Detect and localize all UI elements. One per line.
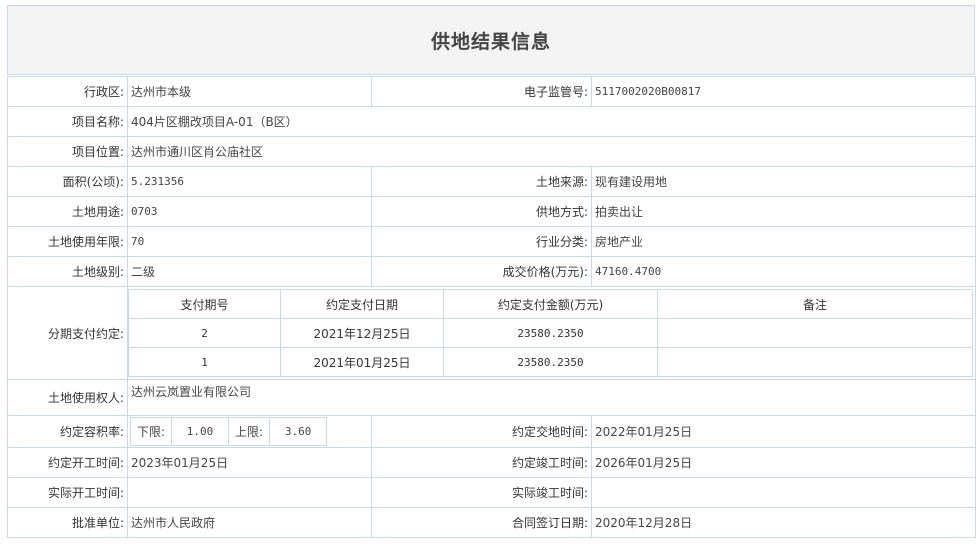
row-project-location: 项目位置: 达州市通川区肖公庙社区 bbox=[7, 136, 976, 167]
installment-row: 2 2021年12月25日 23580.2350 bbox=[128, 318, 973, 348]
start-time-label: 约定开工时间: bbox=[7, 447, 128, 478]
land-user-value: 达州云岚置业有限公司 bbox=[127, 379, 976, 416]
finish-time-label: 约定竣工时间: bbox=[371, 447, 592, 478]
installment-note bbox=[657, 318, 973, 348]
installment-header-amount: 约定支付金额(万元) bbox=[443, 289, 658, 319]
row-land-grade: 土地级别: 二级 成交价格(万元): 47160.4700 bbox=[7, 256, 976, 287]
row-start-time: 约定开工时间: 2023年01月25日 约定竣工时间: 2026年01月25日 bbox=[7, 447, 976, 478]
installment-header-date: 约定支付日期 bbox=[280, 289, 444, 319]
far-cell: 下限: 1.00 上限: 3.60 bbox=[127, 415, 372, 448]
land-source-value: 现有建设用地 bbox=[591, 166, 976, 197]
installment-table: 支付期号 约定支付日期 约定支付金额(万元) 备注 2 2021年12月25日 … bbox=[128, 289, 973, 377]
project-location-label: 项目位置: bbox=[7, 136, 128, 167]
start-time-value: 2023年01月25日 bbox=[127, 447, 372, 478]
far-label: 约定容积率: bbox=[7, 415, 128, 448]
land-supply-info-table: 行政区: 达州市本级 电子监管号: 5117002020B00817 项目名称:… bbox=[7, 76, 976, 538]
page-title: 供地结果信息 bbox=[430, 30, 551, 53]
installment-row: 1 2021年01月25日 23580.2350 bbox=[128, 347, 973, 377]
industry-value: 房地产业 bbox=[591, 226, 976, 257]
project-location-value: 达州市通川区肖公庙社区 bbox=[127, 136, 976, 167]
installment-header-row: 支付期号 约定支付日期 约定支付金额(万元) 备注 bbox=[128, 289, 973, 319]
supervision-no-label: 电子监管号: bbox=[371, 76, 592, 107]
supply-method-label: 供地方式: bbox=[371, 196, 592, 227]
far-table: 下限: 1.00 上限: 3.60 bbox=[129, 417, 328, 446]
use-years-label: 土地使用年限: bbox=[7, 226, 128, 257]
actual-start-label: 实际开工时间: bbox=[7, 477, 128, 508]
installment-label: 分期支付约定: bbox=[7, 286, 128, 380]
land-source-label: 土地来源: bbox=[371, 166, 592, 197]
installment-date: 2021年01月25日 bbox=[280, 347, 444, 377]
row-land-user: 土地使用权人: 达州云岚置业有限公司 bbox=[7, 379, 976, 416]
installment-header-note: 备注 bbox=[657, 289, 973, 319]
row-district: 行政区: 达州市本级 电子监管号: 5117002020B00817 bbox=[7, 76, 976, 107]
land-user-label: 土地使用权人: bbox=[7, 379, 128, 416]
page-title-bar: 供地结果信息 bbox=[7, 5, 975, 75]
district-value: 达州市本级 bbox=[127, 76, 372, 107]
project-name-value: 404片区棚改项目A-01（B区） bbox=[127, 106, 976, 137]
land-supply-result-page: 供地结果信息 行政区: 达州市本级 电子监管号: 5117002020B0081… bbox=[0, 0, 979, 547]
installment-header-period: 支付期号 bbox=[128, 289, 281, 319]
finish-time-value: 2026年01月25日 bbox=[591, 447, 976, 478]
handover-time-label: 约定交地时间: bbox=[371, 415, 592, 448]
actual-finish-label: 实际竣工时间: bbox=[371, 477, 592, 508]
approver-value: 达州市人民政府 bbox=[127, 507, 372, 538]
contract-date-value: 2020年12月28日 bbox=[591, 507, 976, 538]
land-grade-label: 土地级别: bbox=[7, 256, 128, 287]
project-name-label: 项目名称: bbox=[7, 106, 128, 137]
contract-date-label: 合同签订日期: bbox=[371, 507, 592, 538]
land-use-value: 0703 bbox=[127, 196, 372, 227]
far-upper-value: 3.60 bbox=[269, 417, 328, 446]
handover-time-value: 2022年01月25日 bbox=[591, 415, 976, 448]
supply-method-value: 拍卖出让 bbox=[591, 196, 976, 227]
far-upper-label: 上限: bbox=[228, 417, 271, 446]
industry-label: 行业分类: bbox=[371, 226, 592, 257]
row-area: 面积(公顷): 5.231356 土地来源: 现有建设用地 bbox=[7, 166, 976, 197]
installment-amount: 23580.2350 bbox=[443, 318, 658, 348]
installment-cell: 支付期号 约定支付日期 约定支付金额(万元) 备注 2 2021年12月25日 … bbox=[127, 286, 976, 380]
actual-finish-value bbox=[591, 477, 976, 508]
area-label: 面积(公顷): bbox=[7, 166, 128, 197]
row-installment: 分期支付约定: 支付期号 约定支付日期 约定支付金额(万元) 备注 2 2021… bbox=[7, 286, 976, 380]
price-label: 成交价格(万元): bbox=[371, 256, 592, 287]
row-approver: 批准单位: 达州市人民政府 合同签订日期: 2020年12月28日 bbox=[7, 507, 976, 538]
approver-label: 批准单位: bbox=[7, 507, 128, 538]
far-lower-value: 1.00 bbox=[171, 417, 230, 446]
actual-start-value bbox=[127, 477, 372, 508]
row-land-use: 土地用途: 0703 供地方式: 拍卖出让 bbox=[7, 196, 976, 227]
land-grade-value: 二级 bbox=[127, 256, 372, 287]
installment-period: 1 bbox=[128, 347, 281, 377]
row-actual-time: 实际开工时间: 实际竣工时间: bbox=[7, 477, 976, 508]
installment-note bbox=[657, 347, 973, 377]
district-label: 行政区: bbox=[7, 76, 128, 107]
row-project-name: 项目名称: 404片区棚改项目A-01（B区） bbox=[7, 106, 976, 137]
area-value: 5.231356 bbox=[127, 166, 372, 197]
land-use-label: 土地用途: bbox=[7, 196, 128, 227]
use-years-value: 70 bbox=[127, 226, 372, 257]
installment-period: 2 bbox=[128, 318, 281, 348]
installment-date: 2021年12月25日 bbox=[280, 318, 444, 348]
row-far: 约定容积率: 下限: 1.00 上限: 3.60 约定交地时间: 2022年01… bbox=[7, 415, 976, 448]
installment-amount: 23580.2350 bbox=[443, 347, 658, 377]
far-lower-label: 下限: bbox=[129, 417, 173, 446]
price-value: 47160.4700 bbox=[591, 256, 976, 287]
row-use-years: 土地使用年限: 70 行业分类: 房地产业 bbox=[7, 226, 976, 257]
supervision-no-value: 5117002020B00817 bbox=[591, 76, 976, 107]
